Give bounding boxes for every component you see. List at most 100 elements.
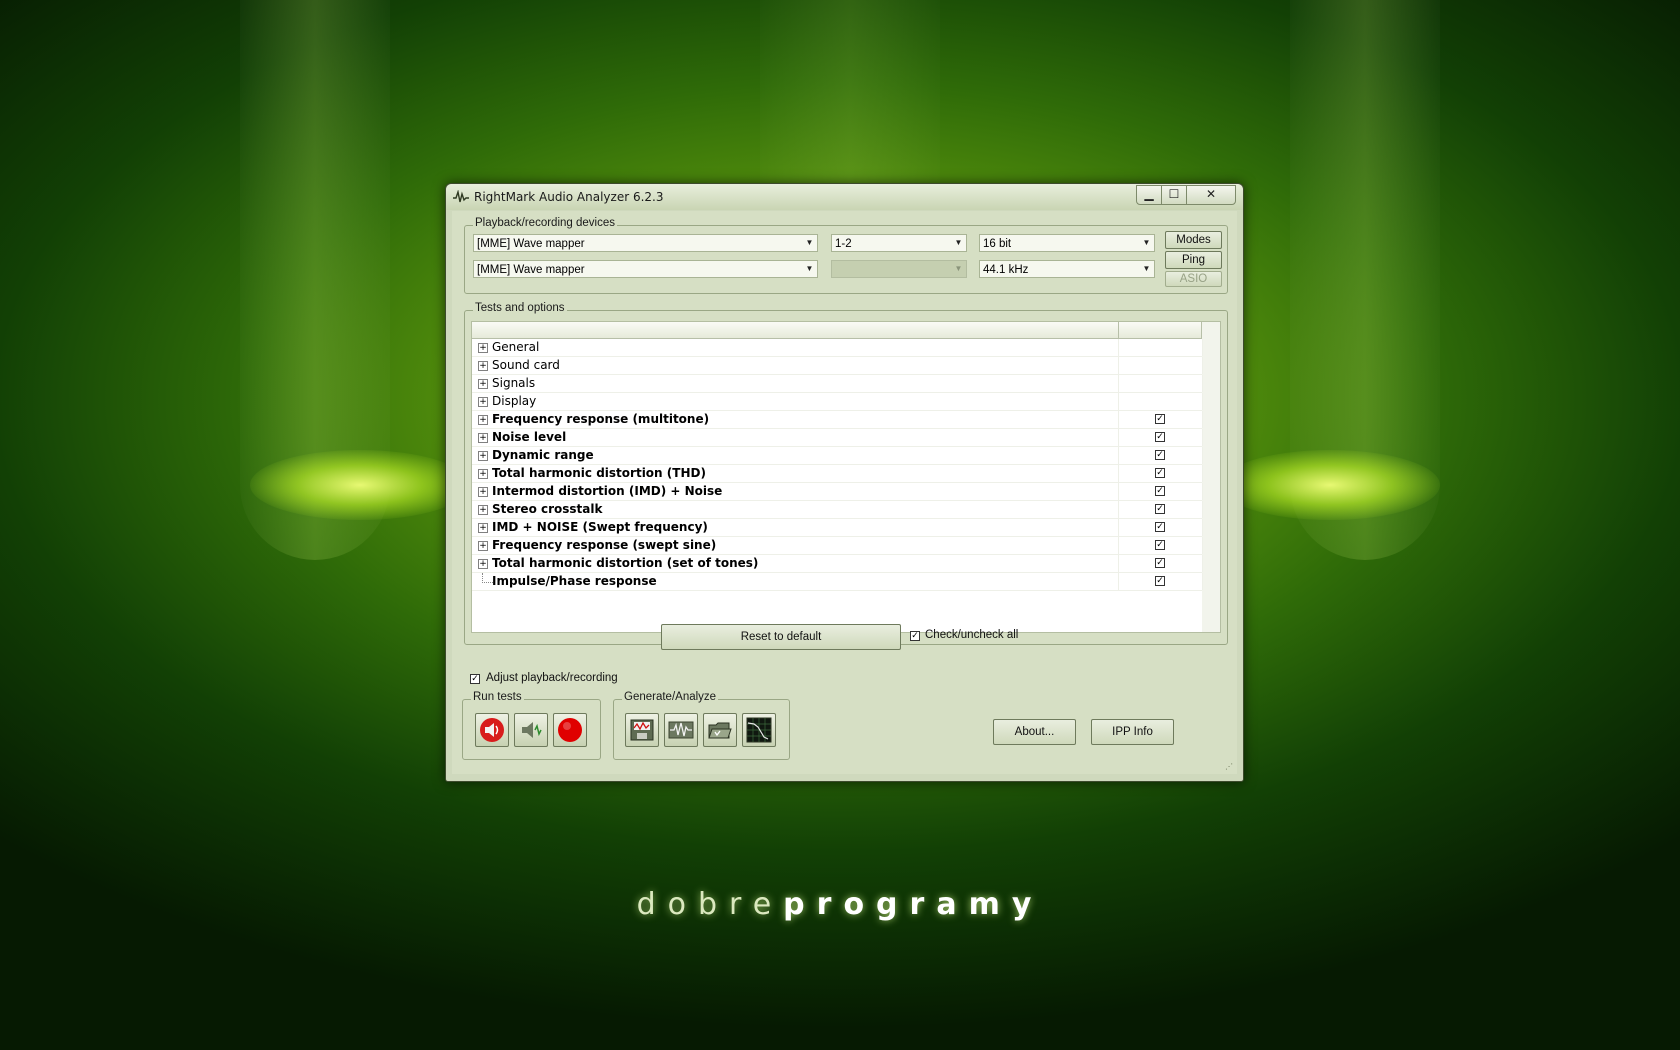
tests-group-label: Tests and options	[473, 302, 567, 314]
expand-plus-icon[interactable]: +	[478, 361, 488, 371]
waveform-icon	[668, 721, 694, 739]
tree-header[interactable]	[472, 322, 1202, 339]
test-enabled-checkbox[interactable]: ✓	[1155, 486, 1165, 496]
expand-plus-icon[interactable]: +	[478, 397, 488, 407]
tree-row[interactable]: + Sound card	[472, 357, 1203, 375]
chevron-down-icon: ▼	[954, 264, 963, 273]
test-enabled-checkbox[interactable]: ✓	[1155, 522, 1165, 532]
about-button[interactable]: About...	[993, 719, 1076, 745]
test-enabled-checkbox[interactable]: ✓	[1155, 468, 1165, 478]
tree-row-label: Stereo crosstalk	[492, 502, 603, 516]
open-analyze-button[interactable]	[703, 713, 737, 747]
tree-row[interactable]: + Noise level ✓	[472, 429, 1203, 447]
run-tests-group: Run tests	[462, 691, 601, 760]
run-record-button[interactable]	[553, 713, 587, 747]
run-playback-record-button[interactable]	[475, 713, 509, 747]
tree-row[interactable]: + General	[472, 339, 1203, 357]
tree-row[interactable]: + Frequency response (multitone) ✓	[472, 411, 1203, 429]
tree-row-check-column	[1118, 393, 1203, 410]
app-waveform-icon	[453, 190, 469, 203]
expand-plus-icon[interactable]: +	[478, 433, 488, 443]
tree-row-label: Dynamic range	[492, 448, 594, 462]
generate-analyze-group: Generate/Analyze	[613, 691, 790, 760]
tree-row-label: Total harmonic distortion (THD)	[492, 466, 706, 480]
tree-row-check-column: ✓	[1118, 483, 1203, 500]
expand-plus-icon[interactable]: +	[478, 451, 488, 461]
wallpaper-glow-left	[250, 450, 470, 520]
tree-row[interactable]: Impulse/Phase response ✓	[472, 573, 1203, 591]
speaker-icon	[522, 722, 542, 738]
check-all-label[interactable]: Check/uncheck all	[925, 629, 1018, 641]
adjust-playback-label[interactable]: Adjust playback/recording	[486, 672, 618, 684]
recording-device-select[interactable]: [MME] Wave mapper ▼	[473, 260, 818, 278]
tree-row-label: Noise level	[492, 430, 567, 444]
test-enabled-checkbox[interactable]: ✓	[1155, 558, 1165, 568]
tree-row-check-column: ✓	[1118, 573, 1203, 590]
test-enabled-checkbox[interactable]: ✓	[1155, 540, 1165, 550]
generate-wave-button[interactable]	[664, 713, 698, 747]
minimize-button[interactable]: ▁	[1136, 185, 1162, 205]
tests-tree[interactable]: + General + Sound card + Signals + Display + Freq…	[471, 321, 1221, 633]
record-icon	[558, 718, 582, 742]
expand-plus-icon[interactable]: +	[478, 415, 488, 425]
tests-group: Tests and options + General + Sound card + Si…	[464, 302, 1228, 650]
tree-row[interactable]: + Total harmonic distortion (set of tones…	[472, 555, 1203, 573]
tree-row-check-column	[1118, 339, 1203, 356]
recording-channels-select: ▼	[831, 260, 967, 278]
tree-row[interactable]: + Frequency response (swept sine) ✓	[472, 537, 1203, 555]
open-folder-icon	[708, 722, 732, 739]
reset-to-default-button[interactable]: Reset to default	[661, 624, 901, 650]
resize-grip-icon[interactable]: ⋰	[1225, 762, 1235, 772]
tree-row-label: IMD + NOISE (Swept frequency)	[492, 520, 708, 534]
run-tests-group-label: Run tests	[471, 691, 524, 703]
tree-row[interactable]: + Stereo crosstalk ✓	[472, 501, 1203, 519]
test-enabled-checkbox[interactable]: ✓	[1155, 450, 1165, 460]
chevron-down-icon: ▼	[1142, 264, 1151, 273]
ipp-info-button[interactable]: IPP Info	[1091, 719, 1174, 745]
run-playback-button[interactable]	[514, 713, 548, 747]
close-button[interactable]: ✕	[1186, 185, 1236, 205]
tree-row[interactable]: + Total harmonic distortion (THD) ✓	[472, 465, 1203, 483]
generate-save-button[interactable]	[625, 713, 659, 747]
tree-row[interactable]: + Intermod distortion (IMD) + Noise ✓	[472, 483, 1203, 501]
analyze-graph-button[interactable]	[742, 713, 776, 747]
tree-row-label: Intermod distortion (IMD) + Noise	[492, 484, 723, 498]
wallpaper-brand-logo: dobreprogramy	[636, 887, 1044, 922]
graph-icon	[746, 717, 772, 743]
expand-plus-icon[interactable]: +	[478, 469, 488, 479]
tree-row-label: General	[492, 340, 540, 354]
tree-row[interactable]: + Signals	[472, 375, 1203, 393]
test-enabled-checkbox[interactable]: ✓	[1155, 432, 1165, 442]
playback-device-value: [MME] Wave mapper	[477, 238, 585, 250]
chevron-down-icon: ▼	[1142, 238, 1151, 247]
tree-row-check-column: ✓	[1118, 447, 1203, 464]
bit-depth-select[interactable]: 16 bit ▼	[979, 234, 1155, 252]
maximize-button[interactable]: ☐	[1161, 185, 1187, 205]
save-waveform-icon	[630, 719, 654, 741]
playback-device-select[interactable]: [MME] Wave mapper ▼	[473, 234, 818, 252]
modes-button[interactable]: Modes	[1165, 231, 1222, 249]
expand-plus-icon[interactable]: +	[478, 523, 488, 533]
chevron-down-icon: ▼	[805, 264, 814, 273]
expand-plus-icon[interactable]: +	[478, 559, 488, 569]
tree-row-label: Sound card	[492, 358, 560, 372]
ping-button[interactable]: Ping	[1165, 251, 1222, 269]
expand-plus-icon[interactable]: +	[478, 541, 488, 551]
tree-row[interactable]: + Display	[472, 393, 1203, 411]
tree-row[interactable]: + Dynamic range ✓	[472, 447, 1203, 465]
sample-rate-select[interactable]: 44.1 kHz ▼	[979, 260, 1155, 278]
expand-plus-icon[interactable]: +	[478, 343, 488, 353]
expand-plus-icon[interactable]: +	[478, 505, 488, 515]
channels-select[interactable]: 1-2 ▼	[831, 234, 967, 252]
expand-plus-icon[interactable]: +	[478, 487, 488, 497]
adjust-playback-checkbox[interactable]: ✓	[470, 674, 480, 684]
test-enabled-checkbox[interactable]: ✓	[1155, 576, 1165, 586]
title-bar[interactable]: RightMark Audio Analyzer 6.2.3 ▁ ☐ ✕	[446, 184, 1243, 210]
tree-row[interactable]: + IMD + NOISE (Swept frequency) ✓	[472, 519, 1203, 537]
tree-row-check-column	[1118, 357, 1203, 374]
check-all-checkbox[interactable]: ✓	[910, 631, 920, 641]
test-enabled-checkbox[interactable]: ✓	[1155, 504, 1165, 514]
test-enabled-checkbox[interactable]: ✓	[1155, 414, 1165, 424]
chevron-down-icon: ▼	[954, 238, 963, 247]
expand-plus-icon[interactable]: +	[478, 379, 488, 389]
